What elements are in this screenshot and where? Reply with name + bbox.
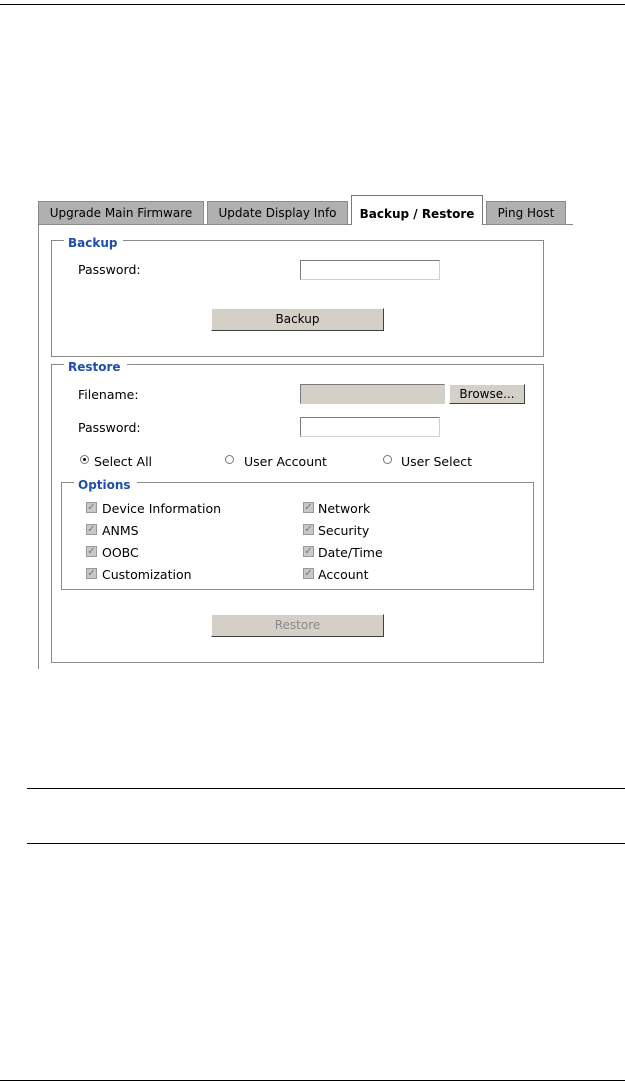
checkbox-device-information[interactable]: ✓ bbox=[86, 502, 97, 513]
restore-password-label: Password: bbox=[78, 420, 141, 435]
checkbox-account[interactable]: ✓ bbox=[303, 568, 314, 579]
option-label: Network bbox=[318, 501, 371, 516]
filename-label: Filename: bbox=[78, 387, 139, 402]
top-rule bbox=[0, 4, 625, 5]
restore-legend: Restore bbox=[64, 360, 127, 374]
rule bbox=[27, 788, 625, 789]
options-legend: Options bbox=[74, 478, 137, 492]
radio-label-select-all: Select All bbox=[94, 454, 153, 469]
backup-legend: Backup bbox=[64, 236, 124, 250]
backup-fieldset bbox=[51, 240, 544, 357]
tab-backup-restore[interactable]: Backup / Restore bbox=[351, 195, 483, 225]
tab-update-display-info[interactable]: Update Display Info bbox=[207, 201, 348, 225]
option-label: Device Information bbox=[102, 501, 222, 516]
backup-password-label: Password: bbox=[78, 262, 141, 277]
option-label: OOBC bbox=[102, 545, 139, 560]
tab-ping-host[interactable]: Ping Host bbox=[486, 201, 566, 225]
rule bbox=[27, 843, 625, 844]
radio-select-all[interactable] bbox=[80, 455, 89, 464]
radio-label-user-select: User Select bbox=[401, 454, 473, 469]
tab-upgrade-main-firmware[interactable]: Upgrade Main Firmware bbox=[38, 201, 204, 225]
restore-button[interactable]: Restore bbox=[211, 614, 384, 637]
option-label: Security bbox=[318, 523, 370, 538]
bottom-rule bbox=[0, 1080, 625, 1081]
option-label: Account bbox=[318, 567, 369, 582]
checkbox-network[interactable]: ✓ bbox=[303, 502, 314, 513]
restore-password-input[interactable] bbox=[300, 417, 440, 437]
radio-user-account[interactable] bbox=[225, 455, 234, 464]
browse-button[interactable]: Browse... bbox=[449, 384, 525, 404]
option-label: Customization bbox=[102, 567, 192, 582]
checkbox-date-time[interactable]: ✓ bbox=[303, 546, 314, 557]
backup-password-input[interactable] bbox=[300, 260, 440, 280]
radio-label-user-account: User Account bbox=[244, 454, 327, 469]
option-label: ANMS bbox=[102, 523, 139, 538]
checkbox-security[interactable]: ✓ bbox=[303, 524, 314, 535]
checkbox-oobc[interactable]: ✓ bbox=[86, 546, 97, 557]
option-label: Date/Time bbox=[318, 545, 383, 560]
tab-bar-line bbox=[38, 224, 573, 225]
radio-user-select[interactable] bbox=[383, 455, 392, 464]
checkbox-customization[interactable]: ✓ bbox=[86, 568, 97, 579]
checkbox-anms[interactable]: ✓ bbox=[86, 524, 97, 535]
backup-button[interactable]: Backup bbox=[211, 308, 384, 331]
content-left-border bbox=[38, 224, 39, 669]
filename-input[interactable] bbox=[300, 384, 445, 404]
